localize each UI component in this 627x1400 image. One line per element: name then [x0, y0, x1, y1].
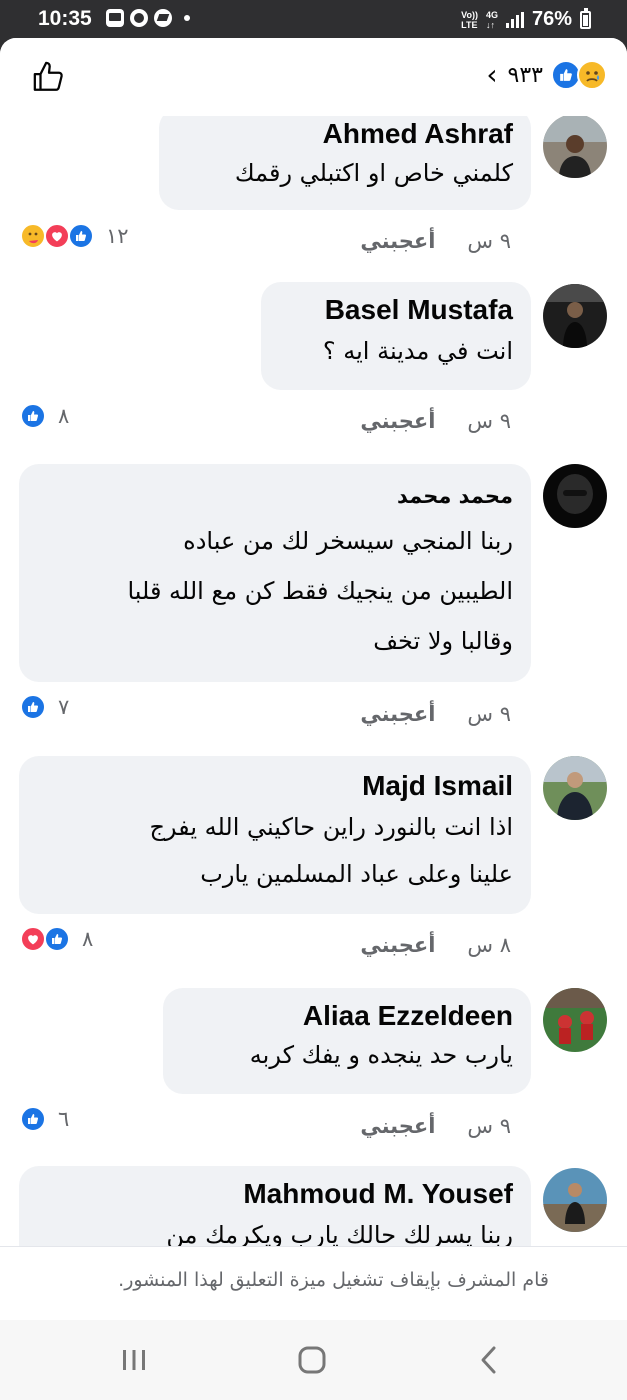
comment-reactions[interactable]: ٦ [20, 1106, 69, 1132]
like-button[interactable]: أعجبني [360, 1114, 435, 1138]
comment-text: كلمني خاص او اكتبلي رقمك [234, 159, 513, 187]
avatar[interactable] [543, 464, 607, 528]
avatar[interactable] [543, 114, 607, 178]
comment-bubble: Majd Ismail اذا انت بالنورد راين حاكيني … [19, 756, 531, 914]
network-type-indicator: 4G ↓↑ [485, 9, 498, 30]
comment-text: يارب حد ينجده و يفك كربه [249, 1041, 513, 1069]
reaction-count: ١٢ [106, 224, 129, 248]
messenger-icon [154, 9, 172, 27]
commenter-name[interactable]: Ahmed Ashraf [177, 118, 513, 150]
sheet-header: ‹ ٩٣٣ [0, 38, 627, 116]
home-icon[interactable] [292, 1342, 332, 1378]
comment-text: الطيبين من ينجيك فقط كن مع الله قلبا [127, 577, 513, 605]
sad-reaction-icon [577, 60, 607, 90]
reactions-summary[interactable]: ‹ ٩٣٣ [486, 60, 607, 90]
back-icon[interactable] [470, 1342, 510, 1378]
comment-bubble: Basel Mustafa انت في مدينة ايه ؟ [261, 282, 531, 390]
avatar[interactable] [543, 756, 607, 820]
status-bar: 10:35 Vo)) LTE 4G ↓↑ 76% [0, 0, 627, 38]
care-reaction-icon [20, 223, 46, 249]
battery-percent: 76% [531, 8, 572, 30]
comments-sheet: ‹ ٩٣٣ Ahmed Ashraf كلمني خاص او اكتبلي ر… [0, 38, 627, 1320]
comment-time: ٩ س [467, 409, 511, 433]
like-reaction-icon [44, 926, 70, 952]
comment-time: ٩ س [467, 702, 511, 726]
avatar[interactable] [543, 988, 607, 1052]
signal-icon [505, 11, 524, 28]
comment-bubble: Aliaa Ezzeldeen يارب حد ينجده و يفك كربه [163, 988, 531, 1094]
comment-reactions[interactable]: ٨ [20, 403, 69, 429]
comment-text: علينا وعلى عباد المسلمين يارب [200, 860, 513, 888]
reaction-count: ٨ [58, 404, 70, 428]
commenter-name[interactable]: Mahmoud M. Yousef [37, 1178, 513, 1210]
comment-reactions[interactable]: ٨ [20, 926, 93, 952]
comment-time: ٩ س [467, 1114, 511, 1138]
comment-actions: ٩ س أعجبني [360, 229, 511, 253]
commenter-name[interactable]: Aliaa Ezzeldeen [181, 1000, 513, 1032]
comment-bubble: Mahmoud M. Yousef ربنا يسرلك حالك يارب و… [19, 1166, 531, 1246]
avatar[interactable] [543, 1168, 607, 1232]
avatar[interactable] [543, 284, 607, 348]
commenter-name[interactable]: محمد محمد [37, 480, 513, 512]
system-nav-bar [0, 1320, 627, 1400]
notice-text: قام المشرف بإيقاف تشغيل ميزة التعليق لهذ… [118, 1269, 549, 1291]
reaction-count: ٧ [58, 695, 70, 719]
comments-disabled-notice: قام المشرف بإيقاف تشغيل ميزة التعليق لهذ… [0, 1246, 627, 1320]
comment-text: انت في مدينة ايه ؟ [322, 337, 513, 365]
comment-bubble: محمد محمد ربنا المنجي سيسخر لك من عباده … [19, 464, 531, 682]
like-button[interactable]: أعجبني [360, 933, 435, 957]
comment-text: ربنا يسرلك حالك يارب ويكرمك من [166, 1221, 513, 1246]
commenter-name[interactable]: Basel Mustafa [279, 294, 513, 326]
commenter-name[interactable]: Majd Ismail [37, 770, 513, 802]
reaction-count: ٦ [58, 1107, 70, 1131]
reaction-total: ٩٣٣ [507, 62, 543, 88]
comment-reactions[interactable]: ١٢ [20, 223, 129, 249]
love-reaction-icon [44, 223, 70, 249]
comment-time: ٨ س [467, 933, 511, 957]
whatsapp-icon [130, 9, 148, 27]
volte-indicator: Vo)) LTE [461, 9, 478, 30]
comment-actions: ٩ س أعجبني [360, 702, 511, 726]
notification-icons [106, 9, 190, 27]
comment-actions: ٩ س أعجبني [360, 1114, 511, 1138]
comment-actions: ٨ س أعجبني [360, 933, 511, 957]
status-time: 10:35 [38, 7, 92, 30]
love-reaction-icon [20, 926, 46, 952]
thumbs-up-outline-icon[interactable] [32, 60, 66, 94]
reaction-count: ٨ [82, 927, 94, 951]
like-reaction-icon [20, 1106, 46, 1132]
system-indicators: Vo)) LTE 4G ↓↑ 76% [461, 7, 591, 31]
comment-text: ربنا المنجي سيسخر لك من عباده [183, 527, 513, 555]
comment-text: وقالبا ولا تخف [373, 627, 513, 655]
more-notifications-dot [184, 15, 190, 21]
like-button[interactable]: أعجبني [360, 702, 435, 726]
gallery-icon [106, 9, 124, 27]
comment-bubble: Ahmed Ashraf كلمني خاص او اكتبلي رقمك [159, 108, 531, 210]
like-reaction-icon [20, 403, 46, 429]
like-reaction-icon [68, 223, 94, 249]
battery-icon [580, 7, 591, 29]
recent-apps-icon[interactable] [114, 1342, 154, 1378]
comment-text: اذا انت بالنورد راين حاكيني الله يفرج [149, 813, 513, 841]
comment-time: ٩ س [467, 229, 511, 253]
comment-reactions[interactable]: ٧ [20, 694, 69, 720]
comment-actions: ٩ س أعجبني [360, 409, 511, 433]
like-reaction-icon [20, 694, 46, 720]
like-button[interactable]: أعجبني [360, 229, 435, 253]
like-button[interactable]: أعجبني [360, 409, 435, 433]
chevron-left-icon[interactable]: ‹ [486, 61, 497, 89]
comment-feed: Ahmed Ashraf كلمني خاص او اكتبلي رقمك ٩ … [0, 38, 627, 1246]
